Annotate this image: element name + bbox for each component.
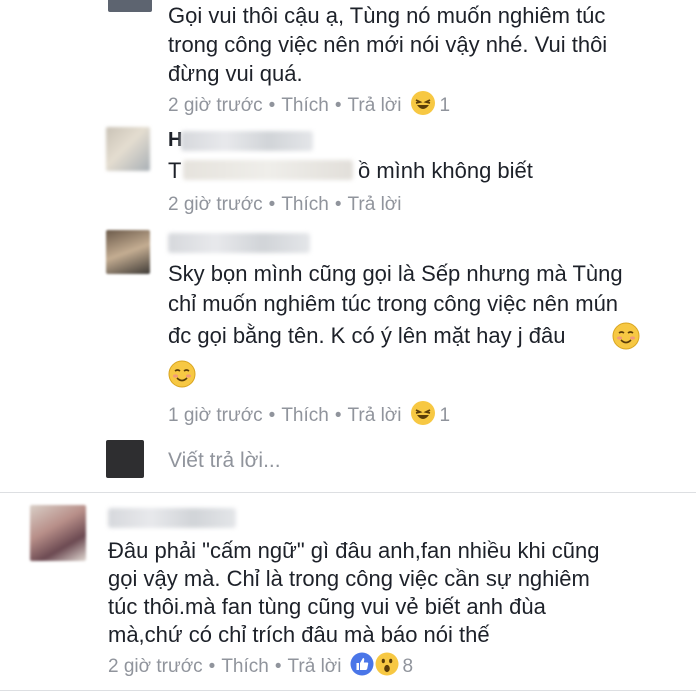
avatar[interactable] xyxy=(30,505,86,561)
separator: • xyxy=(208,656,216,677)
comment-text-line: Sky bọn mình cũng gọi là Sếp nhưng mà Tù… xyxy=(168,261,623,286)
blush-smile-emoji-icon xyxy=(168,360,196,393)
comment-text-line: gọi vậy mà. Chỉ là trong công việc cần s… xyxy=(108,566,590,591)
avatar[interactable] xyxy=(106,127,150,171)
commenter-name-blurred[interactable] xyxy=(181,131,313,151)
reply-link[interactable]: Trả lời xyxy=(288,656,342,678)
reaction-count[interactable]: 1 xyxy=(440,95,451,117)
like-link[interactable]: Thích xyxy=(281,194,329,216)
separator: • xyxy=(274,656,282,677)
my-avatar xyxy=(106,440,144,478)
avatar[interactable] xyxy=(108,0,152,12)
timestamp[interactable]: 2 giờ trước xyxy=(168,95,263,117)
comment-actions: 2 giờ trước • Thích • Trả lời 1 xyxy=(168,90,450,122)
separator: • xyxy=(334,194,342,215)
commenter-name-blurred[interactable] xyxy=(168,233,310,253)
separator: • xyxy=(268,194,276,215)
like-link[interactable]: Thích xyxy=(281,95,329,117)
separator: • xyxy=(268,95,276,116)
wow-reaction-icon[interactable] xyxy=(375,652,399,682)
blush-smile-emoji-icon xyxy=(612,322,640,355)
avatar[interactable] xyxy=(106,230,150,274)
tagged-name-initial[interactable]: T xyxy=(168,155,181,186)
comment-text-line: Đâu phải "cấm ngữ" gì đâu anh,fan nhiều … xyxy=(108,538,600,563)
comment-text-line: Gọi vui thôi cậu ạ, Tùng nó muốn nghiêm … xyxy=(168,3,606,28)
tagged-name-blurred[interactable] xyxy=(183,160,353,180)
comment-text-line: trong công việc nên mới nói vậy nhé. Vui… xyxy=(168,32,608,57)
divider xyxy=(0,690,696,691)
timestamp[interactable]: 2 giờ trước xyxy=(108,656,203,678)
comment-text-line: mà,chứ có chỉ trích đâu mà báo nói thế xyxy=(108,622,490,647)
like-link[interactable]: Thích xyxy=(221,656,269,678)
timestamp[interactable]: 1 giờ trước xyxy=(168,405,263,427)
comment-text: ồ mình không biết xyxy=(358,158,533,183)
comment-text-line: đừng vui quá. xyxy=(168,61,303,86)
comment-text-line: túc thôi.mà fan tùng cũng vui vẻ biết an… xyxy=(108,594,546,619)
comment-actions: 1 giờ trước • Thích • Trả lời 1 xyxy=(168,400,450,432)
separator: • xyxy=(334,95,342,116)
reply-link[interactable]: Trả lời xyxy=(348,194,402,216)
comment-actions: 2 giờ trước • Thích • Trả lời xyxy=(168,194,402,216)
reaction-count[interactable]: 1 xyxy=(440,405,451,427)
commenter-name-blurred[interactable] xyxy=(108,508,236,528)
divider xyxy=(0,492,696,493)
comment-text-line: đc gọi bằng tên. K có ý lên mặt hay j đâ… xyxy=(168,323,566,348)
separator: • xyxy=(334,405,342,426)
haha-reaction-icon[interactable] xyxy=(410,90,436,122)
reply-link[interactable]: Trả lời xyxy=(348,95,402,117)
reply-link[interactable]: Trả lời xyxy=(348,405,402,427)
like-link[interactable]: Thích xyxy=(281,405,329,427)
reply-input[interactable]: Viết trả lời... xyxy=(168,449,281,473)
separator: • xyxy=(268,405,276,426)
like-reaction-icon[interactable] xyxy=(350,652,374,682)
comment-actions: 2 giờ trước • Thích • Trả lời 8 xyxy=(108,652,413,682)
reaction-count[interactable]: 8 xyxy=(403,656,414,678)
comment-text-line: chỉ muốn nghiêm túc trong công việc nên … xyxy=(168,291,619,316)
haha-reaction-icon[interactable] xyxy=(410,400,436,432)
timestamp[interactable]: 2 giờ trước xyxy=(168,194,263,216)
